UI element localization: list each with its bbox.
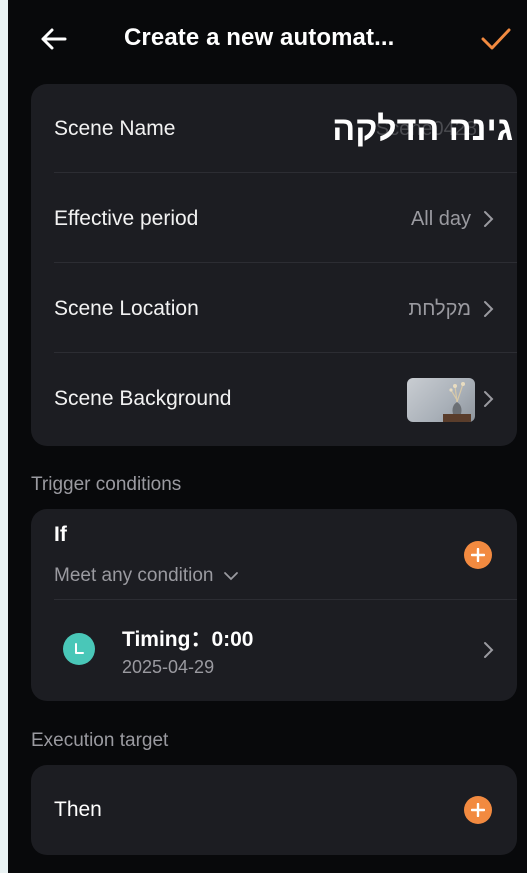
scene-settings-card: Scene Name Scene0428 גינה הדלקה Effectiv… xyxy=(31,84,517,446)
timing-condition-date: 2025-04-29 xyxy=(122,657,215,677)
execution-section-title: Execution target xyxy=(31,730,169,751)
scene-name-row[interactable]: Scene Name Scene0428 גינה הדלקה xyxy=(31,84,517,174)
effective-period-row[interactable]: Effective period All day xyxy=(31,174,517,264)
checkmark-icon xyxy=(481,28,511,50)
scene-background-thumbnail xyxy=(407,378,475,422)
vase-background-image xyxy=(443,382,471,422)
scene-location-row[interactable]: Scene Location מקלחת xyxy=(31,264,517,354)
plus-icon xyxy=(471,548,485,562)
chevron-right-icon xyxy=(484,642,494,658)
phone-screen: Create a new automat... Scene Name Scene… xyxy=(8,0,527,873)
scene-location-label: Scene Location xyxy=(54,297,199,320)
execution-card: Then xyxy=(31,765,517,855)
top-bar: Create a new automat... xyxy=(8,0,527,78)
chevron-right-icon xyxy=(484,301,494,317)
timing-condition-title: Timing：0:00 xyxy=(122,628,254,651)
divider xyxy=(54,262,517,263)
if-label: If xyxy=(54,523,67,546)
arrow-left-icon xyxy=(41,28,67,50)
condition-mode-label: Meet any condition xyxy=(54,565,214,586)
add-action-button[interactable] xyxy=(464,796,492,824)
timing-condition-row[interactable]: Timing：0:00 2025-04-29 xyxy=(31,600,517,701)
chevron-down-icon xyxy=(223,572,238,581)
then-label: Then xyxy=(54,798,102,821)
effective-period-label: Effective period xyxy=(54,207,199,230)
effective-period-value: All day xyxy=(410,208,471,230)
divider xyxy=(54,172,517,173)
add-condition-button[interactable] xyxy=(464,541,492,569)
scene-background-row[interactable]: Scene Background xyxy=(31,354,517,444)
scene-location-value: מקלחת xyxy=(408,298,471,320)
page-title: Create a new automat... xyxy=(124,24,395,51)
scene-name-value: גינה הדלקה xyxy=(332,110,513,148)
back-button[interactable] xyxy=(36,22,70,56)
chevron-right-icon xyxy=(484,391,494,407)
save-button[interactable] xyxy=(478,22,514,56)
scene-name-label: Scene Name xyxy=(54,117,176,140)
chevron-right-icon xyxy=(484,211,494,227)
clock-icon xyxy=(63,633,95,665)
trigger-section-title: Trigger conditions xyxy=(31,474,182,495)
scene-background-label: Scene Background xyxy=(54,387,232,410)
trigger-card: If Meet any condition Timing：0:00 2025-0… xyxy=(31,509,517,701)
plus-icon xyxy=(471,803,485,817)
condition-mode-dropdown[interactable]: Meet any condition xyxy=(54,565,239,587)
divider xyxy=(54,352,517,353)
